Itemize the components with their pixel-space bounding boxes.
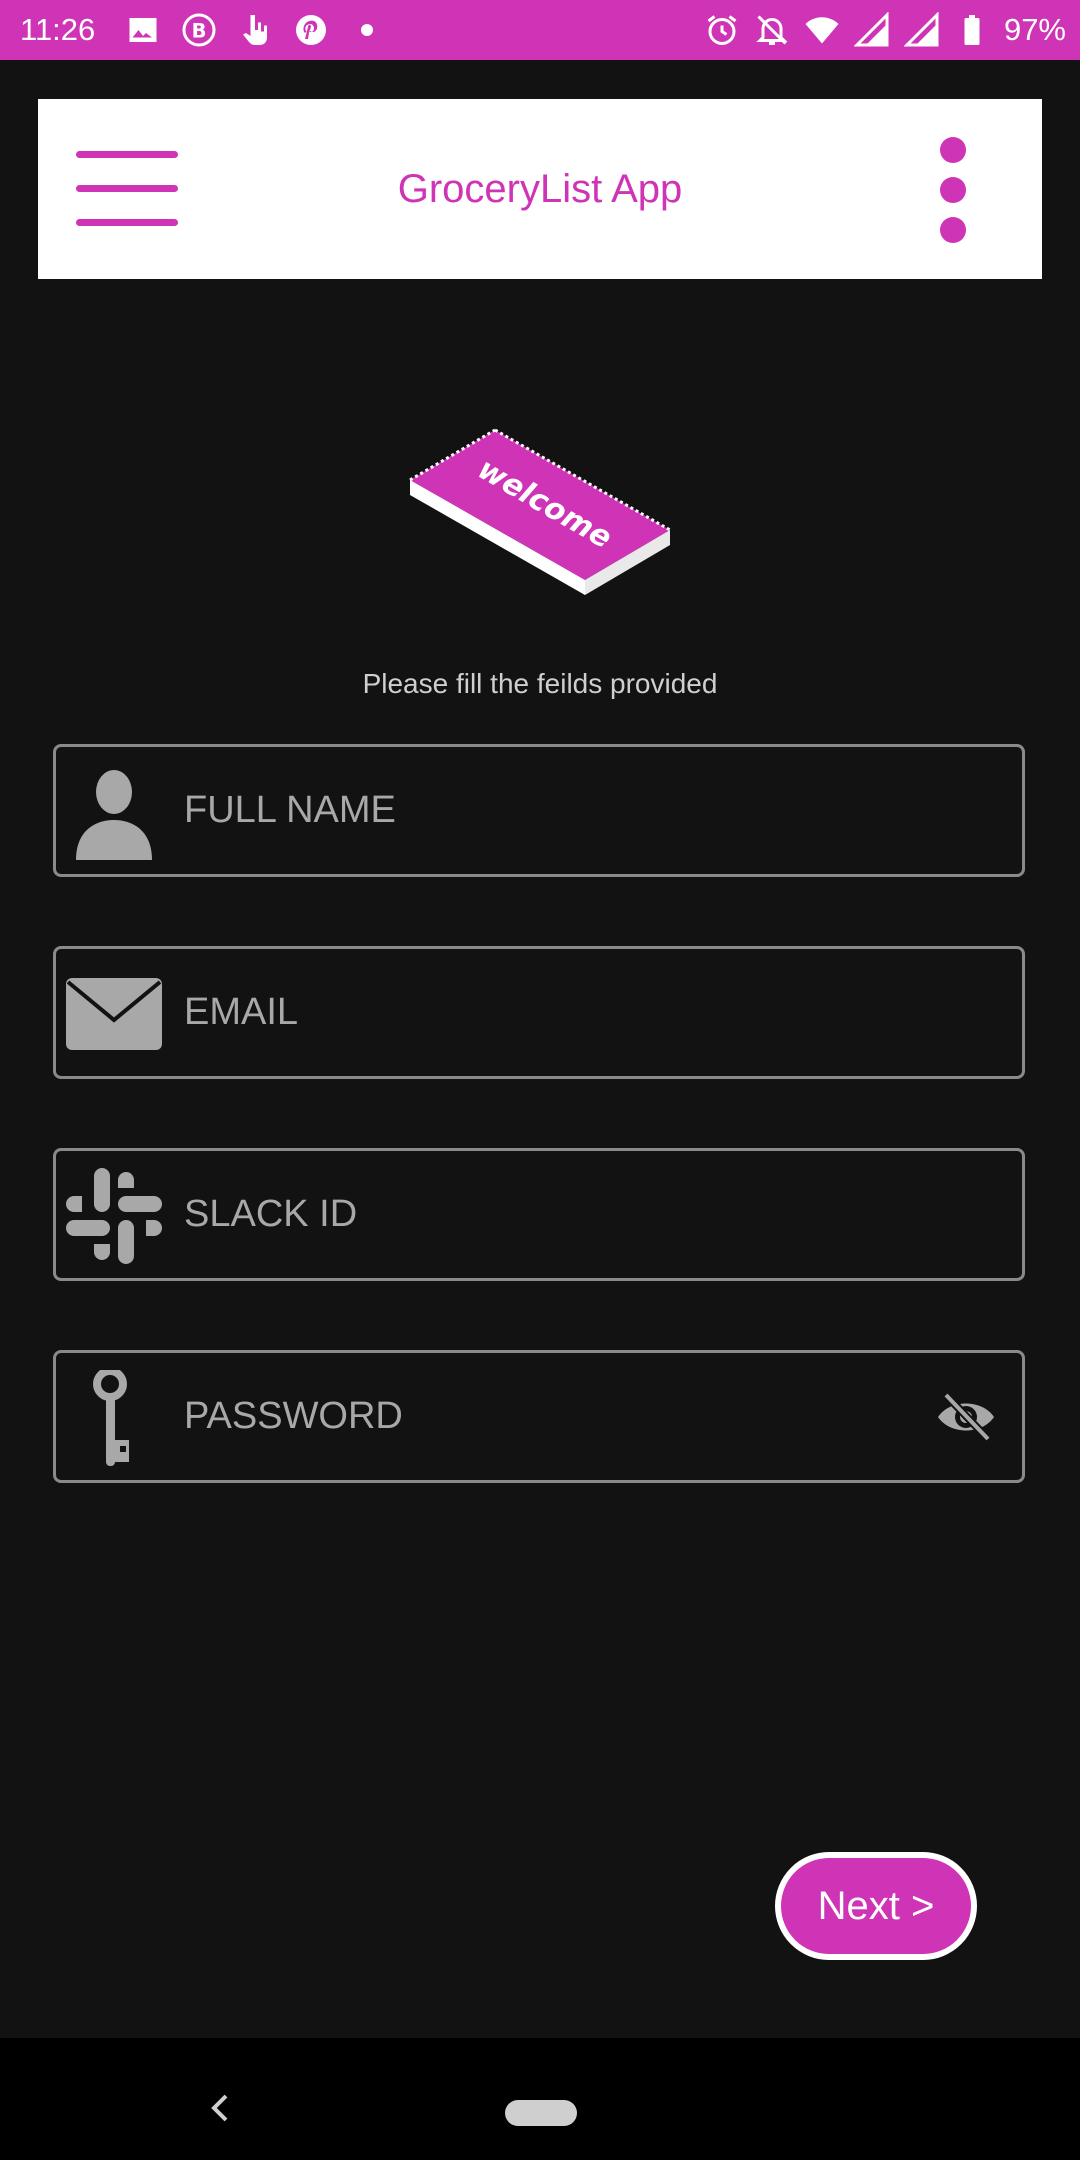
person-icon: [76, 770, 152, 860]
notifications-off-icon: [756, 15, 788, 45]
svg-text:B: B: [192, 20, 207, 43]
next-button[interactable]: Next >: [775, 1852, 977, 1960]
app-bar: GroceryList App: [38, 99, 1042, 279]
battery-icon: [964, 15, 980, 45]
full-name-input[interactable]: [184, 747, 944, 874]
status-notification-icons: B: [125, 12, 385, 48]
alarm-icon: [707, 15, 737, 45]
envelope-icon: [66, 978, 162, 1050]
more-vert-icon[interactable]: [928, 137, 978, 243]
navigation-bar: [0, 2038, 1080, 2160]
status-system-icons: 97%: [704, 10, 1066, 50]
status-time: 11:26: [20, 12, 96, 47]
full-name-field: [53, 744, 1025, 877]
image-icon: [129, 18, 157, 42]
dot-icon: [361, 24, 373, 36]
key-icon: [93, 1370, 129, 1466]
b-badge-icon: B: [182, 13, 216, 47]
app-title: GroceryList App: [397, 167, 683, 211]
slack-id-field: [53, 1148, 1025, 1281]
visibility-off-icon[interactable]: [936, 1391, 996, 1443]
signal-icon: [853, 12, 889, 47]
signal-icon: [903, 12, 939, 47]
email-input[interactable]: [184, 949, 944, 1076]
hamburger-menu-icon[interactable]: [76, 149, 180, 229]
home-pill-icon[interactable]: [505, 2100, 577, 2126]
pinterest-icon: [296, 15, 326, 45]
password-field: [53, 1350, 1025, 1483]
form-instructions: Please fill the feilds provided: [362, 668, 718, 699]
slack-icon: [66, 1168, 162, 1264]
status-bar: 11:26 B 97%: [0, 0, 1080, 60]
wifi-icon: [805, 17, 839, 44]
password-input[interactable]: [184, 1353, 944, 1480]
slack-id-input[interactable]: [184, 1151, 944, 1278]
touch-icon: [243, 15, 267, 45]
battery-percent: 97%: [1003, 12, 1066, 47]
back-chevron-icon[interactable]: [200, 2088, 240, 2128]
welcome-mat-image: welcome: [409, 428, 671, 595]
email-field: [53, 946, 1025, 1079]
